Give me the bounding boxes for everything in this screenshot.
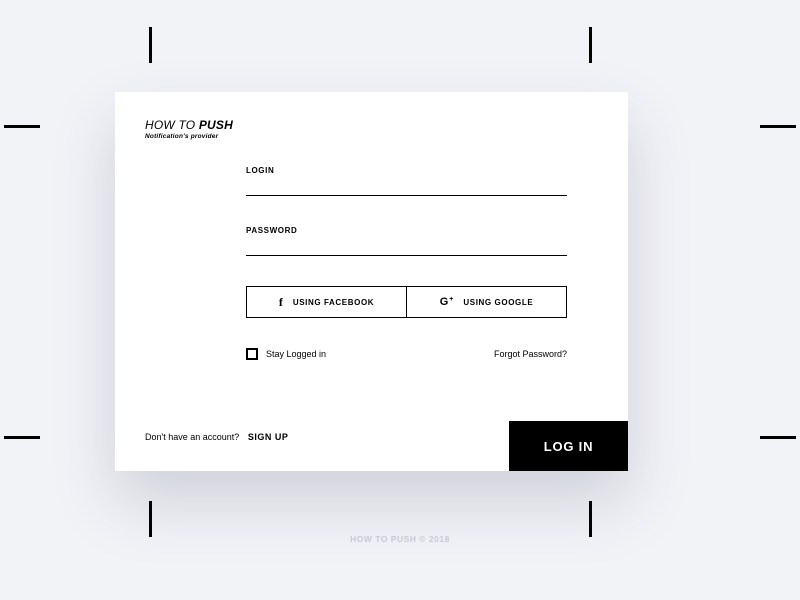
forgot-password-link[interactable]: Forgot Password? — [494, 349, 567, 359]
crop-mark — [4, 125, 40, 128]
crop-mark — [760, 436, 796, 439]
login-input[interactable] — [246, 182, 567, 196]
brand-title-bold: PUSH — [199, 118, 233, 132]
facebook-login-label: USING FACEBOOK — [293, 298, 374, 307]
password-field-group: PASSWORD — [246, 226, 567, 256]
brand-title: HOW TO PUSH — [145, 118, 233, 132]
google-plus-icon: G+ — [440, 296, 454, 308]
login-label: LOGIN — [246, 166, 567, 175]
brand-subtitle: Notification's provider — [145, 133, 233, 140]
crop-mark — [760, 125, 796, 128]
google-login-label: USING GOOGLE — [463, 298, 533, 307]
login-field-group: LOGIN — [246, 166, 567, 196]
page-footer: HOW TO PUSH © 2018 — [0, 534, 800, 544]
facebook-login-button[interactable]: f USING FACEBOOK — [246, 286, 407, 318]
stay-logged-label: Stay Logged in — [266, 349, 326, 359]
password-label: PASSWORD — [246, 226, 567, 235]
login-form: LOGIN PASSWORD f USING FACEBOOK G+ USING… — [246, 166, 567, 360]
social-login-row: f USING FACEBOOK G+ USING GOOGLE — [246, 286, 567, 318]
brand-block: HOW TO PUSH Notification's provider — [145, 118, 233, 140]
facebook-icon: f — [279, 295, 283, 310]
form-options-row: Stay Logged in Forgot Password? — [246, 348, 567, 360]
login-card: HOW TO PUSH Notification's provider LOGI… — [115, 92, 628, 471]
signup-prompt: Don't have an account? SIGN UP — [145, 432, 288, 442]
google-login-button[interactable]: G+ USING GOOGLE — [407, 286, 567, 318]
password-input[interactable] — [246, 242, 567, 256]
checkbox-icon — [246, 348, 258, 360]
crop-mark — [149, 501, 152, 537]
login-button[interactable]: LOG IN — [509, 421, 628, 471]
stay-logged-checkbox[interactable]: Stay Logged in — [246, 348, 326, 360]
signup-prompt-text: Don't have an account? — [145, 432, 239, 442]
crop-mark — [589, 501, 592, 537]
crop-mark — [149, 27, 152, 63]
crop-mark — [4, 436, 40, 439]
crop-mark — [589, 27, 592, 63]
brand-title-pre: HOW TO — [145, 118, 199, 132]
signup-link[interactable]: SIGN UP — [248, 432, 289, 442]
